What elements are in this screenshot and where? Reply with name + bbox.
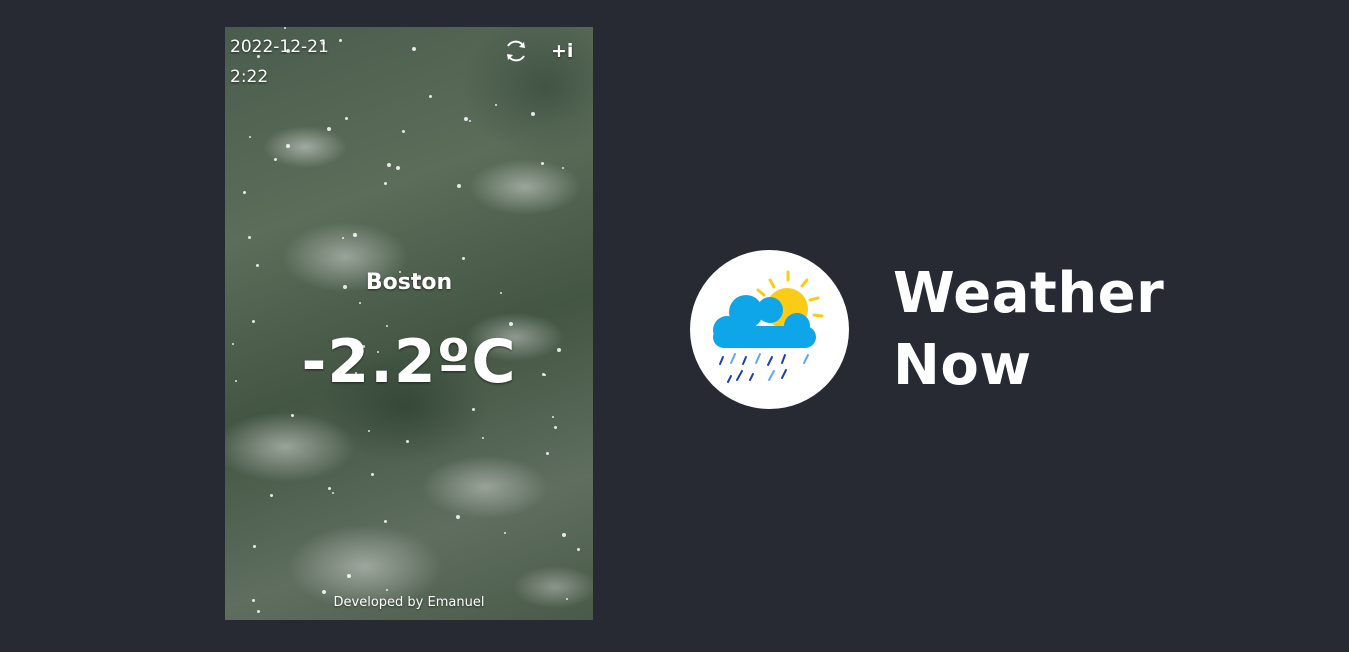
snowflake (248, 236, 251, 239)
snowflake (274, 158, 277, 161)
cloud-sun-rain-icon (713, 270, 824, 383)
snowflake (284, 27, 286, 29)
snowflake (562, 167, 564, 169)
app-logo (690, 250, 849, 409)
snowflake (562, 533, 566, 537)
snowflake (554, 426, 557, 429)
refresh-icon[interactable] (503, 38, 529, 64)
snowflake (257, 610, 260, 613)
snowflake (342, 237, 344, 239)
snowflake (359, 302, 361, 304)
snowflake (464, 117, 468, 121)
app-title-line2: Now (893, 333, 1032, 398)
time-label: 2:22 (230, 67, 269, 87)
snowflake (387, 163, 391, 167)
snowflake (345, 117, 348, 120)
snowflake (368, 430, 370, 432)
temperature-value: -2.2ºC (301, 327, 517, 397)
snow-background (225, 27, 593, 620)
snowflake (495, 104, 497, 106)
snowflake (396, 166, 400, 170)
developer-credit: Developed by Emanuel (333, 595, 485, 610)
snowflake (546, 452, 549, 455)
snowflake (531, 112, 535, 116)
snowflake (509, 322, 513, 326)
snowflake (256, 264, 259, 267)
app-title-line1: Weather (893, 261, 1165, 326)
snowflake (270, 494, 273, 497)
snowflake (347, 574, 351, 578)
snowflake (252, 320, 255, 323)
snowflake (384, 520, 387, 523)
snowflake (332, 492, 334, 494)
snowflake (286, 144, 290, 148)
snowflake (291, 414, 294, 417)
snowflake (429, 95, 432, 98)
snowflake (456, 515, 460, 519)
snowflake (482, 437, 484, 439)
city-name: Boston (365, 270, 453, 295)
snowflake (353, 233, 357, 237)
snowflake (402, 130, 405, 133)
date-label: 2022-12-21 (230, 37, 329, 57)
snowflake (472, 408, 475, 411)
snowflake (339, 39, 342, 42)
snowflake (577, 548, 580, 551)
snowflake (384, 182, 387, 185)
snowflake (457, 184, 461, 188)
snowflake (541, 162, 544, 165)
snowflake (243, 191, 246, 194)
snowflake (386, 589, 388, 591)
snowflake (412, 47, 416, 51)
app-title: Weather Now (893, 258, 1164, 402)
info-button[interactable]: +i (551, 40, 573, 62)
snowflake (406, 440, 409, 443)
snowflake (504, 532, 506, 534)
snowflake (249, 136, 251, 138)
snowflake (253, 545, 256, 548)
snowflake (327, 127, 331, 131)
snowflake (552, 416, 554, 418)
snowflake (322, 590, 326, 594)
weather-app-screen: 2022-12-21 2:22 +i Boston -2.2ºC Develop… (225, 27, 593, 620)
snowflake (469, 120, 471, 122)
snowflake (328, 487, 331, 490)
snowflake (371, 473, 374, 476)
snowflake (462, 257, 465, 260)
